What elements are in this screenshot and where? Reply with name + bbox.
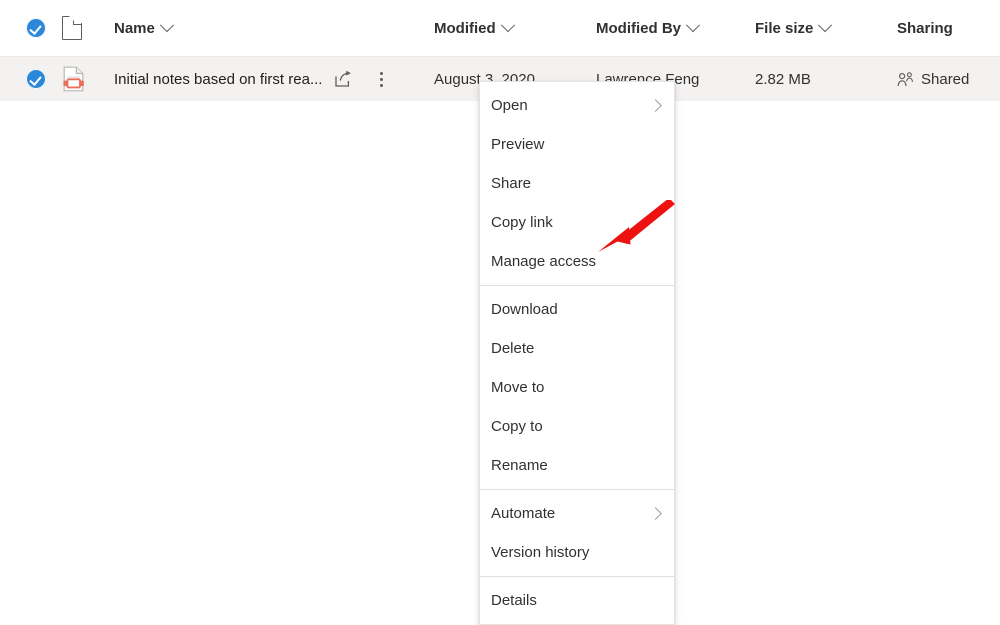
column-header-name-label: Name: [114, 19, 155, 37]
menu-item-rename[interactable]: Rename: [480, 446, 674, 485]
column-header-name[interactable]: Name: [114, 18, 434, 37]
chevron-down-icon: [500, 18, 515, 33]
menu-item-copy-link[interactable]: Copy link: [480, 203, 674, 242]
file-list-header: Name Modified Modified By File size Shar…: [0, 0, 1000, 57]
menu-item-open[interactable]: Open: [480, 86, 674, 125]
menu-item-delete[interactable]: Delete: [480, 329, 674, 368]
menu-divider: [480, 576, 674, 577]
menu-item-details-label: Details: [491, 592, 537, 609]
column-header-modified-by[interactable]: Modified By: [596, 18, 755, 37]
menu-item-manage-access-label: Manage access: [491, 253, 597, 270]
column-header-filetype[interactable]: [62, 15, 114, 40]
row-select-checkbox[interactable]: [0, 69, 62, 89]
row-file-icon: [62, 66, 114, 92]
checkbox-checked-icon: [26, 18, 46, 38]
row-name-cell: Initial notes based on first rea...: [114, 68, 434, 90]
menu-item-details[interactable]: Details: [480, 581, 674, 620]
file-size: 2.82 MB: [755, 70, 811, 88]
column-header-modified[interactable]: Modified: [434, 18, 596, 37]
menu-item-preview-label: Preview: [491, 136, 545, 153]
menu-item-manage-access[interactable]: Manage access: [480, 242, 674, 281]
row-sharing-cell[interactable]: Shared: [897, 71, 997, 88]
menu-item-version-history[interactable]: Version history: [480, 533, 674, 572]
menu-item-share-label: Share: [491, 175, 532, 192]
context-menu[interactable]: Open Preview Share Copy link Manage acce…: [479, 81, 675, 625]
menu-item-open-label: Open: [491, 97, 528, 114]
menu-item-delete-label: Delete: [491, 340, 535, 357]
menu-item-automate[interactable]: Automate: [480, 494, 674, 533]
menu-item-preview[interactable]: Preview: [480, 125, 674, 164]
menu-divider: [480, 285, 674, 286]
chevron-down-icon: [159, 18, 174, 33]
chevron-down-icon: [685, 18, 701, 33]
video-file-icon: [63, 66, 84, 92]
share-icon[interactable]: [332, 68, 354, 90]
menu-item-move-to-label: Move to: [491, 379, 545, 396]
menu-item-move-to[interactable]: Move to: [480, 368, 674, 407]
chevron-right-icon: [649, 507, 662, 520]
people-icon: [897, 71, 913, 86]
sharing-status-label: Shared: [921, 70, 970, 88]
ellipsis-vertical-icon[interactable]: [370, 68, 392, 90]
chevron-down-icon: [818, 18, 833, 33]
menu-item-download-label: Download: [491, 301, 558, 318]
column-header-file-size[interactable]: File size: [755, 18, 897, 37]
file-name[interactable]: Initial notes based on first rea...: [114, 71, 322, 88]
menu-item-copy-to-label: Copy to: [491, 418, 543, 435]
menu-item-automate-label: Automate: [491, 505, 556, 522]
column-header-modified-by-label: Modified By: [596, 19, 681, 37]
menu-item-rename-label: Rename: [491, 457, 548, 474]
document-icon: [62, 15, 83, 40]
column-header-sharing-label: Sharing: [897, 19, 953, 37]
menu-item-version-history-label: Version history: [491, 544, 590, 561]
menu-item-share[interactable]: Share: [480, 164, 674, 203]
select-all-checkbox[interactable]: [0, 18, 62, 38]
menu-item-download[interactable]: Download: [480, 290, 674, 329]
checkbox-checked-icon: [26, 69, 46, 89]
chevron-right-icon: [649, 99, 662, 112]
status-badge: Shared: [897, 71, 969, 88]
column-header-file-size-label: File size: [755, 19, 814, 37]
row-file-size-cell: 2.82 MB: [755, 71, 897, 88]
column-header-modified-label: Modified: [434, 19, 496, 37]
menu-item-copy-to[interactable]: Copy to: [480, 407, 674, 446]
column-header-sharing[interactable]: Sharing: [897, 20, 997, 37]
menu-divider: [480, 489, 674, 490]
menu-item-copy-link-label: Copy link: [491, 214, 553, 231]
row-actions: [332, 68, 392, 90]
